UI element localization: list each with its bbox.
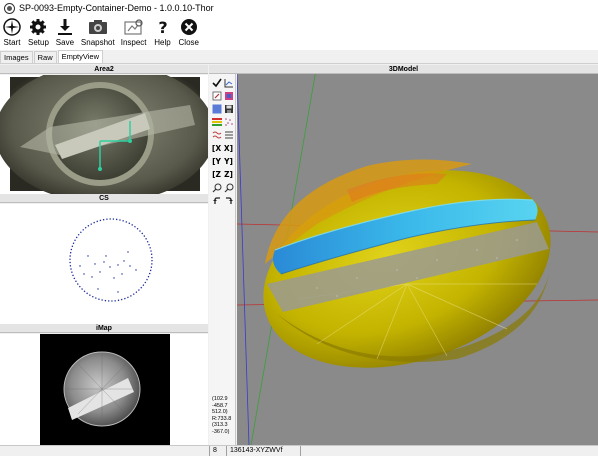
zoom-in-icon[interactable] [211, 182, 222, 193]
z-plus-button[interactable]: Z] [223, 169, 234, 180]
save-button[interactable]: Save [55, 16, 75, 50]
close-button[interactable]: Close [179, 16, 199, 50]
edit-icon[interactable] [211, 90, 222, 101]
tab-emptyview[interactable]: EmptyView [57, 50, 104, 63]
wave-filter-icon[interactable] [211, 129, 222, 140]
start-label: Start [3, 38, 21, 47]
status-count: 8 [209, 446, 226, 456]
status-points: 136143-XYZWVf [226, 446, 300, 456]
coord-line: -367.0) [212, 428, 230, 435]
imap-title: iMap [0, 324, 208, 333]
view-coordinates: (102.9 -458.7 512.0) R:733.8 (313.3 -367… [212, 396, 236, 435]
title-bar: SP-0093-Empty-Container-Demo - 1.0.0.10-… [0, 0, 598, 16]
download-icon [55, 17, 75, 37]
gear-icon [28, 17, 48, 37]
close-icon [179, 17, 199, 37]
status-bar: 8 136143-XYZWVf [0, 445, 598, 456]
toolbar: Start Setup Save Snapshot Inspect ? Help… [0, 16, 598, 50]
area2-camera-image[interactable] [0, 63, 215, 203]
model-tool-column: [X X] [Y Y] [Z Z] [209, 74, 236, 445]
list-lines-icon[interactable] [223, 129, 234, 140]
cs-panel [0, 204, 208, 324]
inspect-button[interactable]: Inspect [121, 16, 147, 50]
app-icon [4, 2, 15, 14]
model-3d-render [237, 74, 598, 445]
camera-icon [88, 17, 108, 37]
model-3d-viewport[interactable] [237, 74, 598, 445]
app-window: SP-0093-Empty-Container-Demo - 1.0.0.10-… [0, 0, 598, 456]
rotate-left-icon[interactable] [211, 195, 222, 206]
rotate-right-icon[interactable] [223, 195, 234, 206]
chart-axes-icon[interactable] [223, 77, 234, 88]
snapshot-label: Snapshot [80, 38, 115, 47]
area2-panel [0, 63, 215, 203]
color-bands-icon[interactable] [211, 116, 222, 127]
y-minus-button[interactable]: [Y [211, 156, 222, 167]
check-icon[interactable] [211, 77, 222, 88]
imap-intensity-image[interactable] [0, 334, 208, 445]
setup-label: Setup [28, 38, 49, 47]
zoom-out-icon[interactable] [223, 182, 234, 193]
save-label: Save [55, 38, 75, 47]
help-icon: ? [153, 17, 173, 37]
help-label: Help [154, 38, 171, 47]
cs-cross-section-plot[interactable] [0, 204, 208, 324]
snapshot-button[interactable]: Snapshot [81, 16, 115, 50]
tab-images[interactable]: Images [0, 51, 33, 63]
x-plus-button[interactable]: X] [223, 143, 234, 154]
area2-title: Area2 [0, 65, 208, 74]
tab-bar: Images Raw EmptyView [0, 50, 598, 64]
model-title: 3DModel [209, 65, 598, 74]
start-icon [2, 17, 22, 37]
disk-save-icon[interactable] [223, 103, 234, 114]
window-title: SP-0093-Empty-Container-Demo - 1.0.0.10-… [19, 3, 214, 13]
imap-panel [0, 334, 208, 445]
start-button[interactable]: Start [2, 16, 22, 50]
y-plus-button[interactable]: Y] [223, 156, 234, 167]
point-cloud-icon[interactable] [223, 116, 234, 127]
tab-raw[interactable]: Raw [33, 51, 57, 63]
fill-icon[interactable] [211, 103, 222, 114]
cs-title: CS [0, 194, 208, 203]
status-empty [300, 446, 598, 456]
svg-text:?: ? [158, 18, 167, 36]
setup-button[interactable]: Setup [28, 16, 49, 50]
inspect-icon [124, 17, 144, 37]
z-minus-button[interactable]: [Z [211, 169, 222, 180]
help-button[interactable]: ? Help [153, 16, 173, 50]
close-label: Close [178, 38, 199, 47]
inspect-label: Inspect [120, 38, 147, 47]
x-minus-button[interactable]: [X [211, 143, 222, 154]
color-picker-icon[interactable] [223, 90, 234, 101]
